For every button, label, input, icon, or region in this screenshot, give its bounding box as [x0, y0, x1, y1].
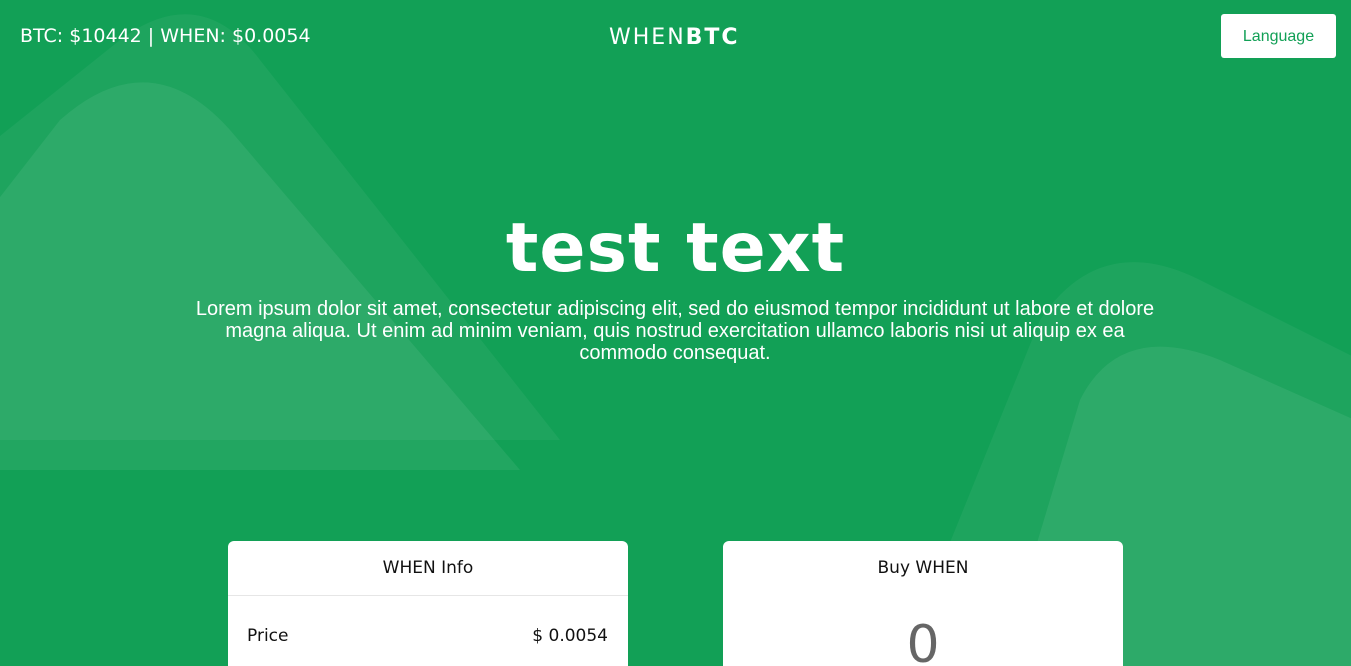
price-label: Price — [247, 626, 289, 646]
language-button[interactable]: Language — [1221, 14, 1336, 58]
when-info-title: WHEN Info — [228, 541, 628, 596]
when-info-card: WHEN Info Price $ 0.0054 — [228, 541, 628, 666]
price-value: $ 0.0054 — [532, 626, 608, 646]
buy-when-title: Buy WHEN — [877, 558, 969, 578]
logo-text-when: WHEN — [609, 25, 686, 50]
price-ticker: BTC: $10442 | WHEN: $0.0054 — [20, 25, 311, 47]
buy-amount-input[interactable]: 0 — [723, 615, 1123, 666]
logo-text-btc: BTC — [685, 25, 740, 50]
hero-title: test text — [505, 209, 846, 288]
info-row-price: Price $ 0.0054 — [228, 596, 628, 666]
site-logo[interactable]: WHENBTC — [609, 24, 740, 52]
hero-subtitle: Lorem ipsum dolor sit amet, consectetur … — [195, 298, 1155, 364]
buy-when-card: Buy WHEN 0 — [723, 541, 1123, 666]
